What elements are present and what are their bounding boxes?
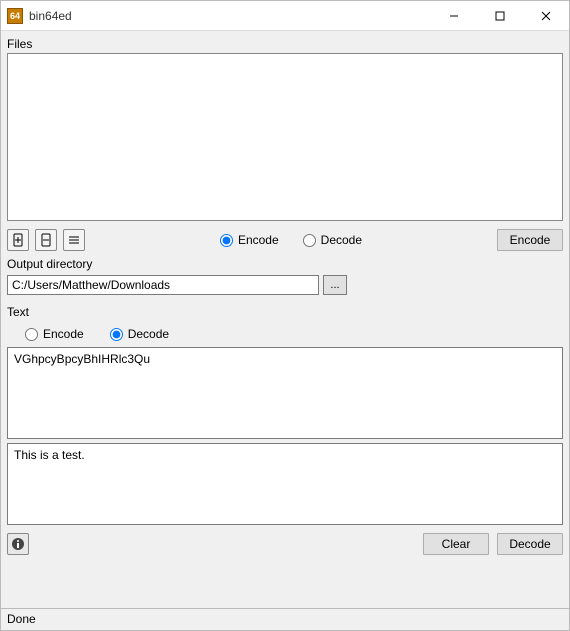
remove-file-icon [39,233,53,247]
close-button[interactable] [523,1,569,31]
files-mode-decode-label: Decode [321,233,362,247]
list-options-button[interactable] [63,229,85,251]
remove-file-button[interactable] [35,229,57,251]
text-mode-decode[interactable]: Decode [110,327,169,341]
text-input-area[interactable] [7,347,563,439]
minimize-button[interactable] [431,1,477,31]
text-action-button[interactable]: Decode [497,533,563,555]
add-file-icon [11,233,25,247]
clear-button[interactable]: Clear [423,533,489,555]
files-mode-group: Encode Decode [91,233,491,247]
files-list[interactable] [7,53,563,221]
status-bar: Done [1,608,569,630]
text-mode-encode[interactable]: Encode [25,327,84,341]
browse-button[interactable]: ... [323,275,347,295]
files-mode-encode-label: Encode [238,233,279,247]
output-dir-input[interactable] [7,275,319,295]
maximize-icon [495,11,505,21]
status-text: Done [7,612,36,626]
text-mode-decode-label: Decode [128,327,169,341]
files-mode-decode[interactable]: Decode [303,233,362,247]
maximize-button[interactable] [477,1,523,31]
info-button[interactable] [7,533,29,555]
text-mode-decode-radio[interactable] [110,328,123,341]
info-icon [11,537,25,551]
files-mode-encode[interactable]: Encode [220,233,279,247]
add-file-button[interactable] [7,229,29,251]
text-output-area[interactable] [7,443,563,525]
titlebar: 64 bin64ed [1,1,569,31]
minimize-icon [449,11,459,21]
files-label: Files [7,37,563,51]
window-title: bin64ed [29,9,72,23]
text-label: Text [7,305,563,319]
files-mode-decode-radio[interactable] [303,234,316,247]
text-mode-encode-radio[interactable] [25,328,38,341]
text-mode-group: Encode Decode [7,323,563,343]
output-dir-label: Output directory [7,257,563,271]
files-mode-encode-radio[interactable] [220,234,233,247]
text-mode-encode-label: Encode [43,327,84,341]
files-action-button[interactable]: Encode [497,229,563,251]
close-icon [541,11,551,21]
list-icon [67,233,81,247]
app-icon: 64 [7,8,23,24]
